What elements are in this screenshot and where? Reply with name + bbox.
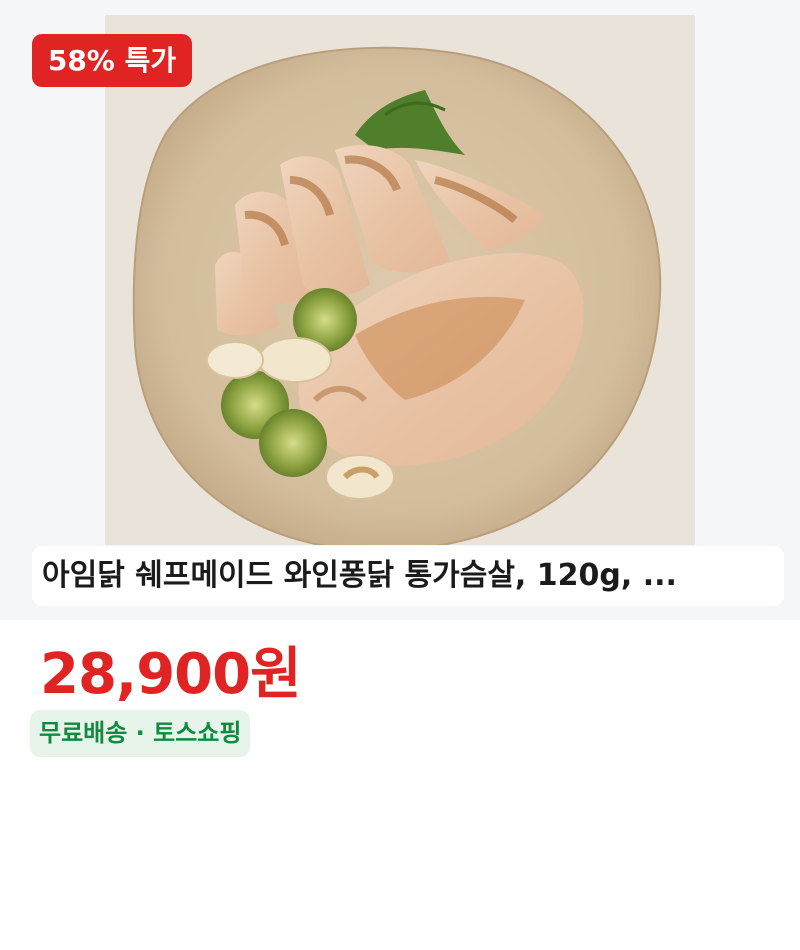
product-photo-icon: [105, 15, 695, 545]
product-image[interactable]: [105, 15, 695, 545]
shipping-badge: 무료배송 · 토스쇼핑: [30, 710, 251, 757]
product-card[interactable]: 58% 특가 아임닭 쉐프메이드 와인퐁닭 통가슴살, 120g, ... 28…: [0, 0, 800, 950]
product-title[interactable]: 아임닭 쉐프메이드 와인퐁닭 통가슴살, 120g, ...: [42, 546, 774, 606]
product-price: 28,900원: [40, 642, 302, 707]
product-title-container[interactable]: 아임닭 쉐프메이드 와인퐁닭 통가슴살, 120g, ...: [32, 546, 784, 606]
product-hero: 58% 특가 아임닭 쉐프메이드 와인퐁닭 통가슴살, 120g, ...: [0, 0, 800, 620]
discount-badge: 58% 특가: [32, 34, 192, 87]
